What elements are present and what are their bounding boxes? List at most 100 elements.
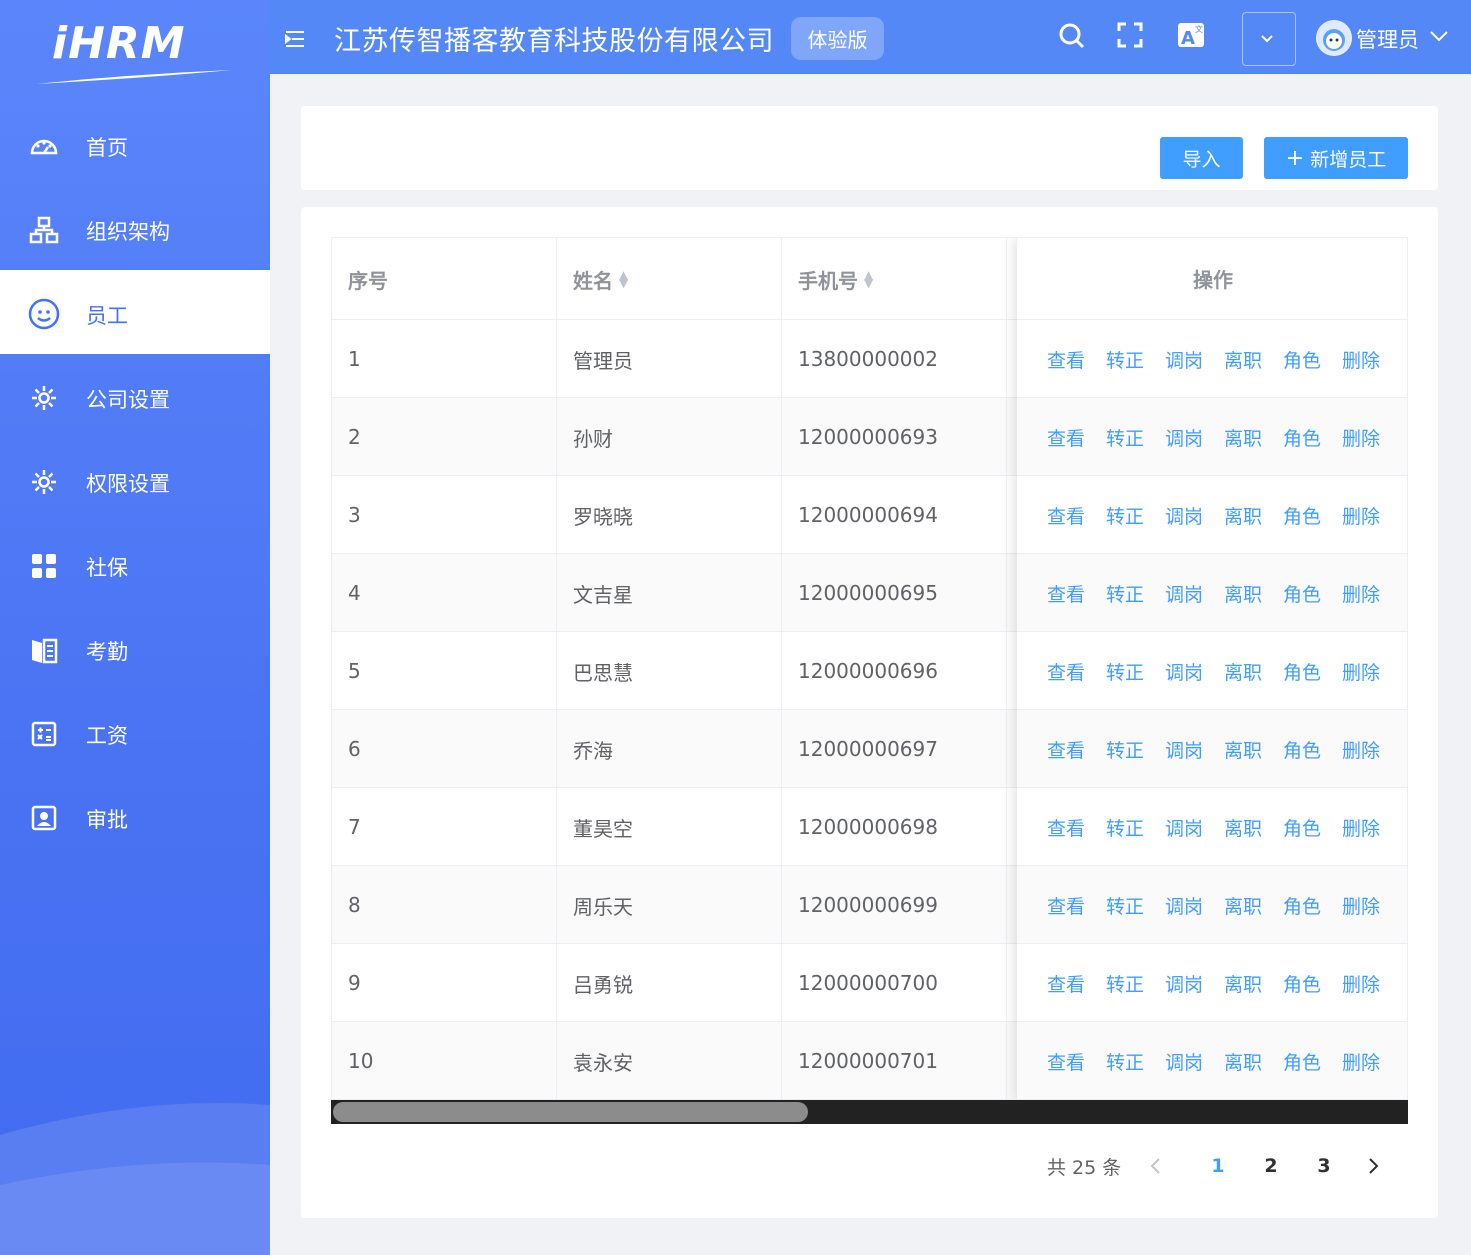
op-link[interactable]: 离职 <box>1224 424 1262 451</box>
op-link[interactable]: 查看 <box>1047 970 1085 997</box>
sidebar-item[interactable]: 社保 <box>0 522 270 606</box>
op-link[interactable]: 删除 <box>1342 346 1380 373</box>
cell-phone: 12000000701 <box>782 1022 1007 1099</box>
trial-tag[interactable]: 体验版 <box>791 17 884 60</box>
op-link[interactable]: 离职 <box>1224 346 1262 373</box>
op-link[interactable]: 查看 <box>1047 502 1085 529</box>
op-link[interactable]: 删除 <box>1342 736 1380 763</box>
op-link[interactable]: 离职 <box>1224 1048 1262 1075</box>
op-link[interactable]: 查看 <box>1047 814 1085 841</box>
theme-picker[interactable] <box>1242 12 1296 66</box>
op-link[interactable]: 查看 <box>1047 580 1085 607</box>
op-link[interactable]: 调岗 <box>1165 580 1203 607</box>
op-link[interactable]: 删除 <box>1342 502 1380 529</box>
id-card-icon <box>28 802 60 834</box>
cell-phone: 12000000694 <box>782 476 1007 554</box>
table-scrollbar[interactable] <box>331 1100 1408 1124</box>
op-link[interactable]: 删除 <box>1342 658 1380 685</box>
op-link[interactable]: 角色 <box>1283 736 1321 763</box>
cell-name: 吕勇锐 <box>557 944 782 1022</box>
op-link[interactable]: 角色 <box>1283 346 1321 373</box>
op-link[interactable]: 角色 <box>1283 502 1321 529</box>
translate-icon[interactable]: A文 <box>1175 18 1209 52</box>
op-link[interactable]: 调岗 <box>1165 892 1203 919</box>
sidebar-item[interactable]: 权限设置 <box>0 438 270 522</box>
calculator-icon <box>28 718 60 750</box>
sidebar-item[interactable]: 公司设置 <box>0 354 270 438</box>
page-number[interactable]: 3 <box>1299 1142 1349 1190</box>
import-button[interactable]: 导入 <box>1160 137 1243 179</box>
sidebar-item[interactable]: 员工 <box>0 270 270 354</box>
op-link[interactable]: 调岗 <box>1165 736 1203 763</box>
sort-caret-icon[interactable]: ▲ ▼ <box>619 269 628 289</box>
op-link[interactable]: 查看 <box>1047 346 1085 373</box>
op-link[interactable]: 删除 <box>1342 892 1380 919</box>
op-link[interactable]: 调岗 <box>1165 346 1203 373</box>
scrollbar-thumb[interactable] <box>333 1102 808 1122</box>
op-link[interactable]: 转正 <box>1106 346 1144 373</box>
column-header-name[interactable]: 姓名 ▲ ▼ <box>557 238 782 320</box>
op-link[interactable]: 离职 <box>1224 658 1262 685</box>
op-link[interactable]: 转正 <box>1106 502 1144 529</box>
op-link[interactable]: 角色 <box>1283 814 1321 841</box>
op-link[interactable]: 查看 <box>1047 658 1085 685</box>
sidebar-item[interactable]: 工资 <box>0 690 270 774</box>
add-employee-button[interactable]: + 新增员工 <box>1264 137 1408 179</box>
fullscreen-icon[interactable] <box>1113 18 1147 52</box>
search-icon[interactable] <box>1054 18 1088 52</box>
op-link[interactable]: 角色 <box>1283 658 1321 685</box>
op-link[interactable]: 删除 <box>1342 424 1380 451</box>
op-link[interactable]: 转正 <box>1106 892 1144 919</box>
op-link[interactable]: 删除 <box>1342 1048 1380 1075</box>
page-number[interactable]: 2 <box>1246 1142 1296 1190</box>
prev-page-button[interactable] <box>1131 1142 1181 1190</box>
op-link[interactable]: 删除 <box>1342 580 1380 607</box>
op-link[interactable]: 角色 <box>1283 970 1321 997</box>
op-link[interactable]: 删除 <box>1342 814 1380 841</box>
op-link[interactable]: 转正 <box>1106 970 1144 997</box>
op-link[interactable]: 调岗 <box>1165 1048 1203 1075</box>
op-link[interactable]: 调岗 <box>1165 424 1203 451</box>
op-link[interactable]: 查看 <box>1047 1048 1085 1075</box>
op-link[interactable]: 转正 <box>1106 814 1144 841</box>
column-header-phone[interactable]: 手机号 ▲ ▼ <box>782 238 1007 320</box>
op-link[interactable]: 角色 <box>1283 580 1321 607</box>
sidebar-item-label: 首页 <box>86 136 128 160</box>
op-link[interactable]: 离职 <box>1224 970 1262 997</box>
op-link[interactable]: 离职 <box>1224 814 1262 841</box>
sort-caret-icon[interactable]: ▲ ▼ <box>864 269 873 289</box>
page-number[interactable]: 1 <box>1193 1142 1243 1190</box>
op-link[interactable]: 角色 <box>1283 1048 1321 1075</box>
next-page-button[interactable] <box>1353 1142 1393 1190</box>
hamburger-icon[interactable] <box>284 28 306 50</box>
op-link[interactable]: 调岗 <box>1165 970 1203 997</box>
company-name: 江苏传智播客教育科技股份有限公司 <box>334 26 774 57</box>
op-link[interactable]: 查看 <box>1047 892 1085 919</box>
sidebar-item[interactable]: 审批 <box>0 774 270 858</box>
op-link[interactable]: 转正 <box>1106 1048 1144 1075</box>
avatar[interactable] <box>1316 20 1352 56</box>
sidebar-item[interactable]: 首页 <box>0 102 270 186</box>
sidebar-item[interactable]: 考勤 <box>0 606 270 690</box>
op-link[interactable]: 调岗 <box>1165 658 1203 685</box>
op-link[interactable]: 调岗 <box>1165 502 1203 529</box>
op-link[interactable]: 角色 <box>1283 424 1321 451</box>
op-link[interactable]: 离职 <box>1224 736 1262 763</box>
op-link[interactable]: 离职 <box>1224 580 1262 607</box>
sidebar-item[interactable]: 组织架构 <box>0 186 270 270</box>
operations-row: 查看 转正 调岗 离职 角色 删除 <box>1017 1022 1407 1099</box>
op-link[interactable]: 查看 <box>1047 424 1085 451</box>
op-link[interactable]: 离职 <box>1224 892 1262 919</box>
op-link[interactable]: 转正 <box>1106 424 1144 451</box>
op-link[interactable]: 转正 <box>1106 658 1144 685</box>
op-link[interactable]: 调岗 <box>1165 814 1203 841</box>
op-link[interactable]: 查看 <box>1047 736 1085 763</box>
op-link[interactable]: 转正 <box>1106 736 1144 763</box>
user-name[interactable]: 管理员 <box>1356 24 1419 54</box>
op-link[interactable]: 角色 <box>1283 892 1321 919</box>
op-link[interactable]: 删除 <box>1342 970 1380 997</box>
cell-index: 7 <box>332 788 557 866</box>
op-link[interactable]: 离职 <box>1224 502 1262 529</box>
op-link[interactable]: 转正 <box>1106 580 1144 607</box>
chevron-down-icon[interactable] <box>1428 25 1452 49</box>
